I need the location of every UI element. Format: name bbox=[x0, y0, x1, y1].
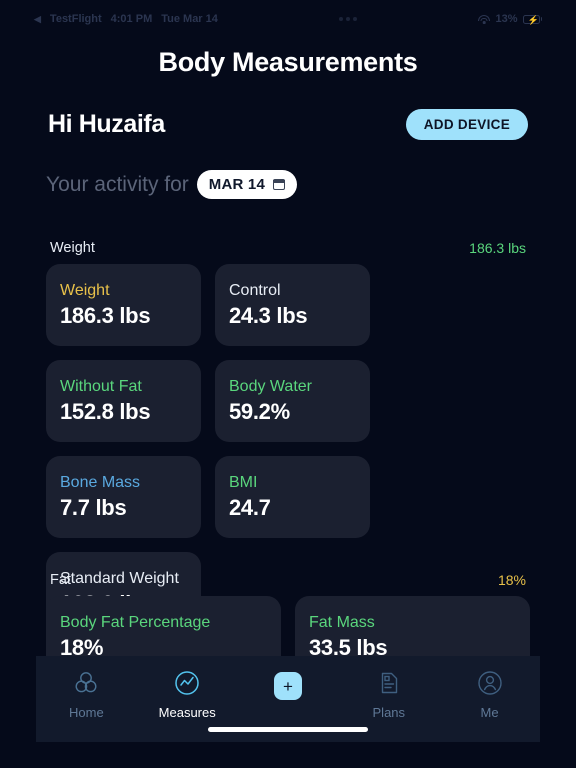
tab-add-slot: + bbox=[238, 656, 339, 700]
metric-card[interactable]: Body Water 59.2% bbox=[215, 360, 370, 442]
status-bar-back-label[interactable]: TestFlight bbox=[50, 13, 102, 25]
wifi-icon bbox=[478, 14, 491, 24]
tab-home[interactable]: Home bbox=[36, 656, 137, 720]
app-screen: ◀ TestFlight 4:01 PM Tue Mar 14 13% ⚡ Bo… bbox=[0, 0, 576, 768]
metric-value: 186.3 lbs bbox=[60, 302, 151, 328]
home-indicator bbox=[208, 727, 368, 732]
metric-value: 7.7 lbs bbox=[60, 494, 127, 520]
metric-value: 24.3 lbs bbox=[229, 302, 308, 328]
tab-plans[interactable]: Plans bbox=[338, 656, 439, 720]
tab-label: Measures bbox=[158, 705, 216, 720]
date-picker-value: MAR 14 bbox=[208, 176, 266, 193]
metric-label: Control bbox=[229, 282, 281, 300]
tab-me[interactable]: Me bbox=[439, 656, 540, 720]
greeting-text: Hi Huzaifa bbox=[48, 109, 165, 138]
metric-card[interactable]: Weight 186.3 lbs bbox=[46, 264, 201, 346]
metric-label: Without Fat bbox=[60, 378, 142, 396]
section-title: Fat bbox=[50, 572, 71, 588]
section-header: Fat 18% bbox=[46, 572, 530, 596]
status-bar: ◀ TestFlight 4:01 PM Tue Mar 14 13% ⚡ bbox=[0, 0, 576, 38]
section-summary-value: 186.3 lbs bbox=[469, 240, 526, 256]
metric-label: Body Fat Percentage bbox=[60, 614, 211, 632]
metric-label: Weight bbox=[60, 282, 110, 300]
battery-percent-label: 13% bbox=[495, 13, 518, 25]
greeting-row: Hi Huzaifa ADD DEVICE bbox=[48, 104, 528, 144]
section-summary-value: 18% bbox=[497, 572, 526, 588]
metric-value: 59.2% bbox=[229, 398, 290, 424]
metric-card[interactable]: BMI 24.7 bbox=[215, 456, 370, 538]
add-device-button[interactable]: ADD DEVICE bbox=[405, 108, 528, 140]
plus-icon: + bbox=[283, 676, 293, 696]
person-icon bbox=[475, 668, 505, 698]
add-measurement-button[interactable]: + bbox=[273, 672, 302, 700]
page-title: Body Measurements bbox=[158, 46, 418, 77]
date-picker-button[interactable]: MAR 14 bbox=[196, 170, 298, 199]
metric-card[interactable]: Bone Mass 7.7 lbs bbox=[46, 456, 201, 538]
battery-charging-icon: ⚡ bbox=[522, 14, 542, 25]
metric-label: Body Water bbox=[229, 378, 312, 396]
tab-measures[interactable]: Measures bbox=[137, 656, 238, 720]
activity-row: Your activity for MAR 14 bbox=[46, 170, 298, 199]
metric-label: Bone Mass bbox=[60, 474, 141, 492]
section-header: Weight 186.3 lbs bbox=[46, 240, 530, 264]
metric-value: 24.7 bbox=[229, 494, 271, 520]
metric-label: Fat Mass bbox=[309, 614, 375, 632]
status-bar-right: 13% ⚡ bbox=[478, 13, 542, 25]
status-bar-left: ◀ TestFlight 4:01 PM Tue Mar 14 bbox=[34, 13, 218, 25]
tab-label: Me bbox=[480, 705, 499, 720]
metric-card[interactable]: Without Fat 152.8 lbs bbox=[46, 360, 201, 442]
document-icon bbox=[374, 668, 404, 698]
tab-label: Home bbox=[69, 705, 104, 720]
activity-label: Your activity for bbox=[46, 172, 189, 196]
status-bar-time: 4:01 PM bbox=[110, 13, 153, 25]
metric-label: BMI bbox=[229, 474, 258, 492]
triangle-left-icon[interactable]: ◀ bbox=[34, 14, 41, 25]
metric-card[interactable]: Control 24.3 lbs bbox=[215, 264, 370, 346]
calendar-icon bbox=[272, 179, 286, 190]
bottom-tab-bar: Home Measures + Plans Me bbox=[36, 656, 540, 742]
status-bar-dots bbox=[218, 17, 479, 21]
circles-icon bbox=[71, 668, 101, 698]
tab-label: Plans bbox=[372, 705, 406, 720]
activity-circle-icon bbox=[172, 668, 202, 698]
section-title: Weight bbox=[50, 240, 95, 256]
metric-value: 152.8 lbs bbox=[60, 398, 151, 424]
status-bar-date: Tue Mar 14 bbox=[161, 13, 218, 25]
